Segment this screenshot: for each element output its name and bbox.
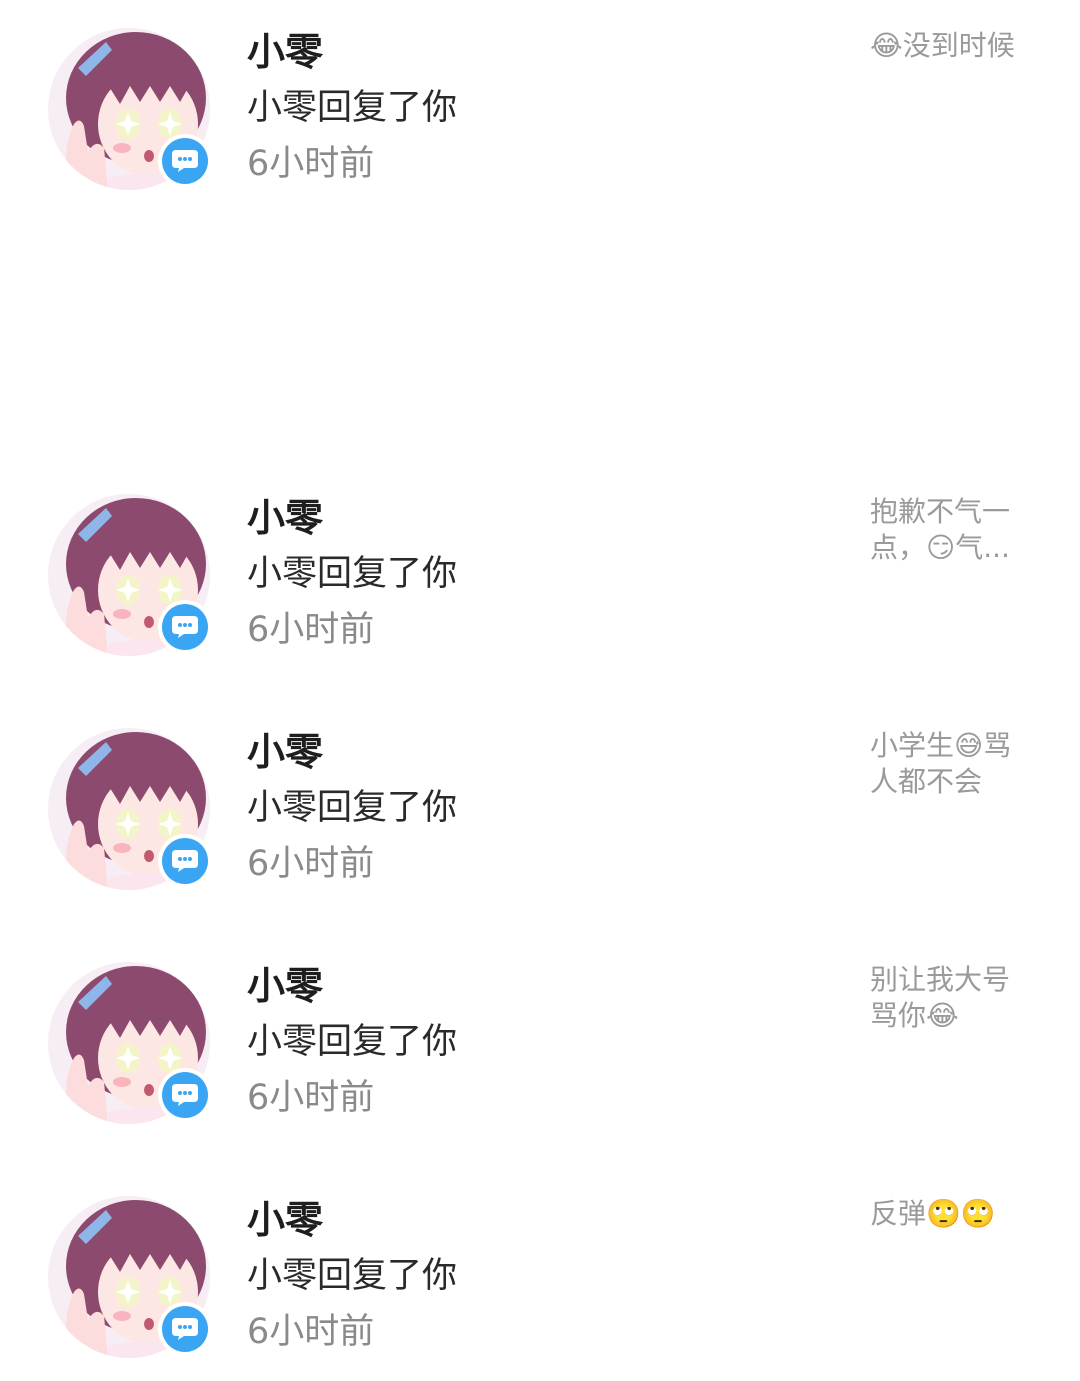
comment-badge xyxy=(158,1302,212,1356)
notification-item[interactable]: 小零 小零回复了你 6小时前 小学生😅骂人都不会 xyxy=(0,728,1080,898)
sender-name[interactable]: 小零 xyxy=(247,1196,323,1244)
notification-time: 6小时前 xyxy=(247,610,375,650)
avatar-container[interactable] xyxy=(48,728,212,890)
notification-time: 6小时前 xyxy=(247,844,375,884)
sender-name[interactable]: 小零 xyxy=(247,494,323,542)
avatar-container[interactable] xyxy=(48,494,212,656)
comment-preview[interactable]: 反弹🙄🙄 xyxy=(870,1196,1032,1232)
notification-action: 小零回复了你 xyxy=(247,554,458,594)
avatar-container[interactable] xyxy=(48,962,212,1124)
notification-item[interactable]: 小零 小零回复了你 6小时前 别让我大号骂你😂 xyxy=(0,962,1080,1132)
notification-time: 6小时前 xyxy=(247,144,375,184)
notification-item[interactable]: 小零 小零回复了你 6小时前 😂没到时候 xyxy=(0,28,1080,198)
comment-badge xyxy=(158,1068,212,1122)
notification-action: 小零回复了你 xyxy=(247,788,458,828)
comment-badge xyxy=(158,600,212,654)
notification-item[interactable]: 小零 小零回复了你 6小时前 抱歉不气一点，😏气... xyxy=(0,494,1080,664)
comment-bubble-icon xyxy=(162,838,208,884)
comment-preview[interactable]: 抱歉不气一点，😏气... xyxy=(870,494,1032,566)
notification-item[interactable]: 小零 小零回复了你 6小时前 反弹🙄🙄 xyxy=(0,1196,1080,1366)
comment-bubble-icon xyxy=(162,1306,208,1352)
sender-name[interactable]: 小零 xyxy=(247,728,323,776)
sender-name[interactable]: 小零 xyxy=(247,28,323,76)
notification-time: 6小时前 xyxy=(247,1312,375,1352)
notification-action: 小零回复了你 xyxy=(247,88,458,128)
notification-action: 小零回复了你 xyxy=(247,1022,458,1062)
comment-preview[interactable]: 别让我大号骂你😂 xyxy=(870,962,1032,1034)
comment-preview[interactable]: 😂没到时候 xyxy=(870,28,1032,64)
notification-time: 6小时前 xyxy=(247,1078,375,1118)
avatar-container[interactable] xyxy=(48,28,212,190)
comment-bubble-icon xyxy=(162,604,208,650)
comment-preview[interactable]: 小学生😅骂人都不会 xyxy=(870,728,1032,800)
avatar-container[interactable] xyxy=(48,1196,212,1358)
notification-action: 小零回复了你 xyxy=(247,1256,458,1296)
comment-badge xyxy=(158,834,212,888)
sender-name[interactable]: 小零 xyxy=(247,962,323,1010)
comment-bubble-icon xyxy=(162,138,208,184)
comment-badge xyxy=(158,134,212,188)
comment-bubble-icon xyxy=(162,1072,208,1118)
